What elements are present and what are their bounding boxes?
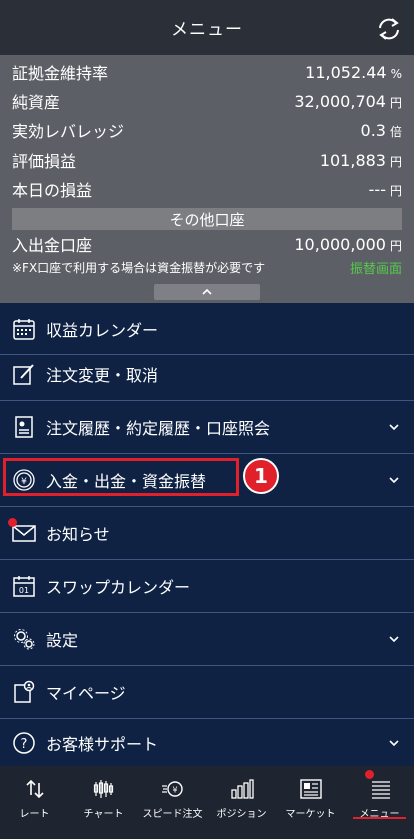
menu-item-label: マイページ bbox=[46, 684, 126, 703]
tab-label: チャート bbox=[83, 809, 124, 820]
step-badge: 1 bbox=[243, 458, 279, 494]
summary-value: 32,000,704 bbox=[294, 91, 386, 111]
tab-position[interactable]: ポジション bbox=[207, 766, 276, 839]
summary-row-today-pl: 本日の損益 --- 円 bbox=[12, 175, 402, 203]
menu-list: 収益カレンダー 注文変更・取消 注文履歴・約定履歴・口座照会 ¥ 入金・出金・資… bbox=[0, 303, 414, 766]
menu-item-label: 注文変更・取消 bbox=[46, 366, 159, 385]
refresh-icon[interactable] bbox=[376, 16, 402, 42]
summary-value: 101,883 bbox=[319, 150, 386, 170]
rate-arrows-icon bbox=[25, 779, 44, 799]
tab-rate[interactable]: レート bbox=[0, 766, 69, 839]
menu-item-label: 収益カレンダー bbox=[46, 320, 159, 340]
menu-item-label: スワップカレンダー bbox=[46, 578, 191, 597]
menu-item-mypage[interactable]: マイページ bbox=[0, 666, 414, 719]
highlight-box bbox=[3, 458, 239, 496]
chevron-down-icon bbox=[389, 739, 399, 746]
summary-unit: 倍 bbox=[389, 124, 402, 139]
document-icon bbox=[15, 416, 33, 438]
gear-icon bbox=[14, 629, 35, 650]
tab-label: レート bbox=[19, 809, 50, 820]
chevron-down-icon bbox=[389, 636, 399, 643]
notification-dot bbox=[8, 518, 17, 527]
summary-row-deposit-account: 入出金口座 10,000,000 円 bbox=[12, 230, 402, 258]
summary-label: 純資産 bbox=[12, 93, 61, 112]
chevron-down-icon bbox=[389, 477, 399, 484]
menu-item-label: お知らせ bbox=[46, 525, 110, 544]
position-bars-icon bbox=[230, 779, 254, 799]
swap-calendar-icon: 01 bbox=[13, 576, 35, 597]
summary-unit: 円 bbox=[389, 154, 402, 169]
menu-list-icon bbox=[371, 781, 390, 799]
news-icon bbox=[299, 779, 322, 799]
other-account-label: その他口座 bbox=[169, 210, 245, 229]
menu-item-label: お客様サポート bbox=[46, 734, 159, 754]
summary-label: 証拠金維持率 bbox=[12, 64, 109, 83]
summary-row-net-assets: 純資産 32,000,704 円 bbox=[12, 87, 402, 115]
help-icon: ? bbox=[13, 731, 35, 754]
svg-text:01: 01 bbox=[19, 586, 29, 595]
candlestick-icon bbox=[93, 780, 113, 798]
transfer-note: ※FX口座で利用する場合は資金振替が必要です 振替画面 bbox=[12, 258, 402, 277]
chevron-up-icon bbox=[202, 288, 212, 295]
tab-menu[interactable]: メニュー bbox=[345, 766, 414, 839]
transfer-note-text: ※FX口座で利用する場合は資金振替が必要です bbox=[12, 260, 266, 275]
chevron-down-icon bbox=[389, 424, 399, 431]
transfer-screen-link[interactable]: 振替画面 bbox=[350, 258, 402, 277]
summary-row-leverage: 実効レバレッジ 0.3 倍 bbox=[12, 116, 402, 144]
menu-item-label: 設定 bbox=[46, 631, 79, 650]
account-summary: 証拠金維持率 11,052.44% 純資産 32,000,704 円 実効レバレッ… bbox=[0, 55, 414, 303]
calendar-icon bbox=[13, 318, 35, 340]
summary-row-unrealized-pl: 評価損益 101,883 円 bbox=[12, 146, 402, 174]
summary-label: 実効レバレッジ bbox=[12, 122, 125, 141]
bottom-tab-bar: レート チャート ¥ スピード注文 ポジション マーケット メニュー bbox=[0, 766, 414, 839]
tab-speed-order[interactable]: ¥ スピード注文 bbox=[138, 766, 207, 839]
summary-label: 評価損益 bbox=[12, 152, 77, 171]
summary-label: 入出金口座 bbox=[12, 236, 93, 255]
tab-label: マーケット bbox=[285, 809, 336, 820]
menu-item-notices[interactable]: お知らせ bbox=[0, 507, 414, 560]
svg-text:?: ? bbox=[21, 737, 28, 752]
summary-value: --- bbox=[368, 179, 386, 199]
svg-text:¥: ¥ bbox=[172, 786, 177, 795]
active-tab-indicator bbox=[353, 817, 406, 819]
header-bar: メニュー bbox=[0, 0, 414, 55]
menu-item-order-history[interactable]: 注文履歴・約定履歴・口座照会 bbox=[0, 401, 414, 454]
notification-dot bbox=[365, 770, 374, 779]
summary-unit: 円 bbox=[389, 238, 402, 253]
other-account-header: その他口座 bbox=[12, 208, 402, 230]
menu-item-swap-calendar[interactable]: 01 スワップカレンダー bbox=[0, 560, 414, 613]
summary-value: 11,052.44 bbox=[305, 62, 387, 82]
summary-label: 本日の損益 bbox=[12, 181, 93, 200]
edit-icon bbox=[13, 364, 34, 385]
summary-value: 0.3 bbox=[360, 120, 386, 140]
tab-label: スピード注文 bbox=[142, 809, 203, 820]
menu-item-label: 注文履歴・約定履歴・口座照会 bbox=[46, 419, 271, 438]
menu-item-order-modify[interactable]: 注文変更・取消 bbox=[0, 348, 414, 401]
summary-row-margin-ratio: 証拠金維持率 11,052.44% bbox=[12, 58, 402, 86]
summary-unit: % bbox=[390, 66, 402, 81]
summary-unit: 円 bbox=[389, 95, 402, 110]
tab-chart[interactable]: チャート bbox=[69, 766, 138, 839]
summary-value: 10,000,000 bbox=[294, 234, 386, 254]
menu-item-support[interactable]: ? お客様サポート bbox=[0, 719, 414, 766]
tab-label: ポジション bbox=[216, 809, 267, 820]
tab-market[interactable]: マーケット bbox=[276, 766, 345, 839]
page-title: メニュー bbox=[171, 20, 243, 40]
menu-item-settings[interactable]: 設定 bbox=[0, 613, 414, 666]
summary-unit: 円 bbox=[389, 183, 402, 198]
collapse-handle[interactable] bbox=[154, 284, 260, 300]
mypage-icon bbox=[14, 680, 35, 703]
speed-order-icon: ¥ bbox=[161, 781, 183, 797]
